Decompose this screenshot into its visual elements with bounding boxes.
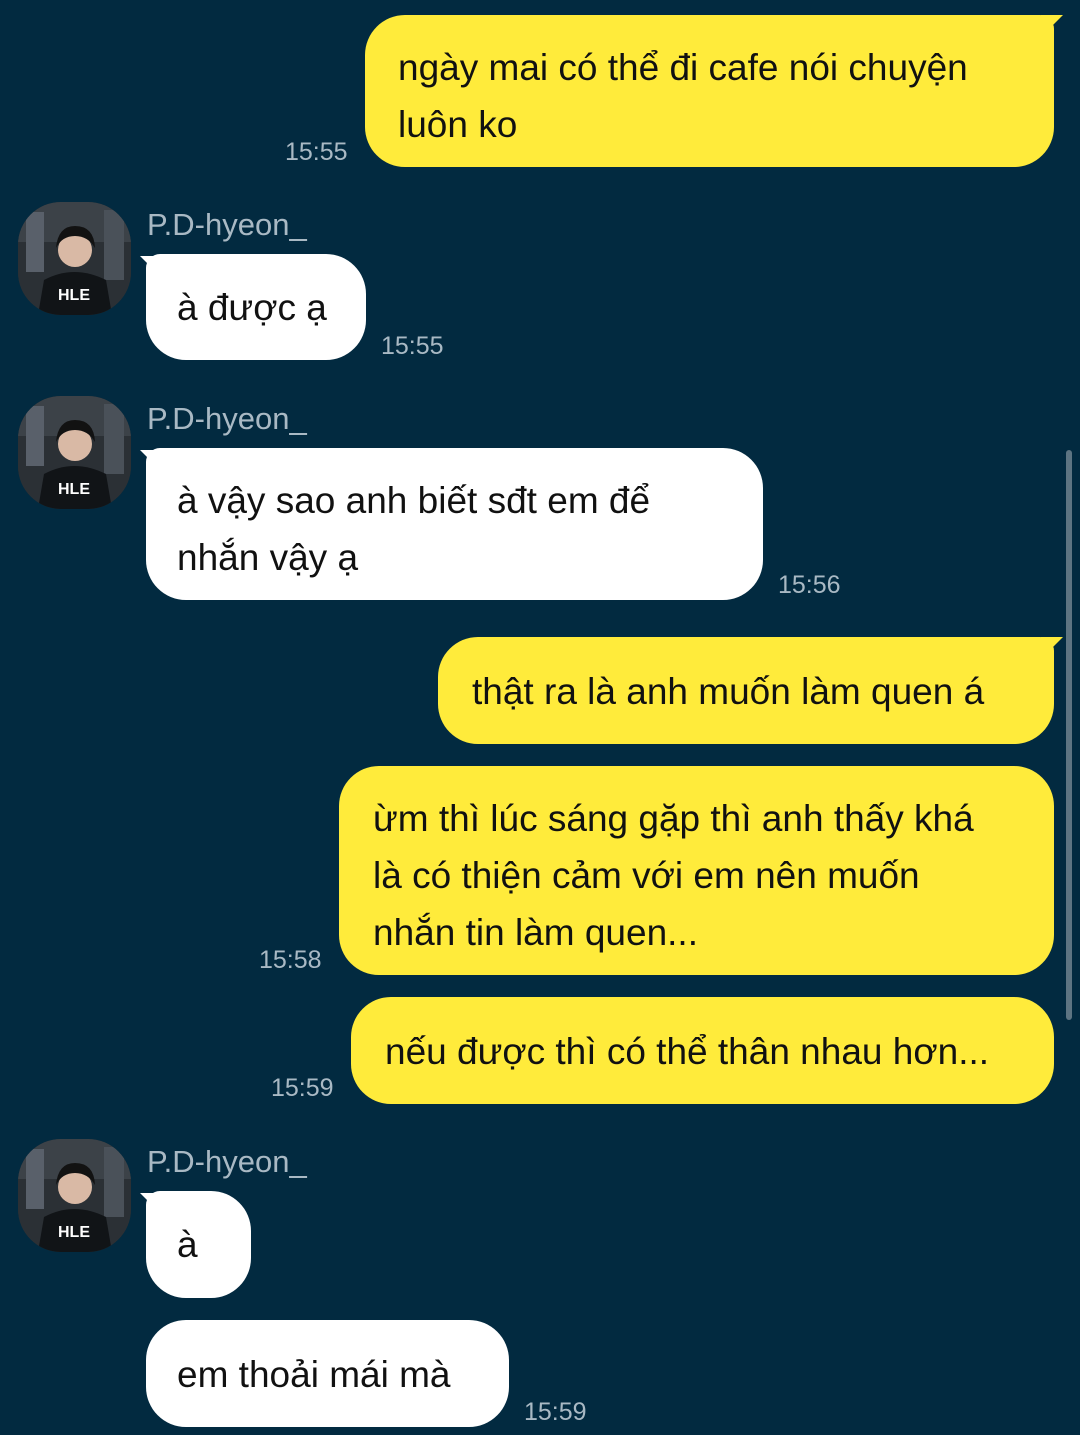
message-bubble-outgoing[interactable]: ngày mai có thể đi cafe nói chuyện luôn … <box>365 15 1054 167</box>
message-text: ừm thì lúc sáng gặp thì anh thấy khá <box>373 798 974 839</box>
message-timestamp: 15:58 <box>259 946 322 974</box>
chat-scrollbar[interactable] <box>1066 450 1072 1020</box>
message-text: à được ạ <box>177 287 327 328</box>
message-bubble-incoming[interactable]: à được ạ <box>146 254 366 360</box>
avatar-photo-icon: HLE <box>18 1139 131 1252</box>
message-text: à <box>177 1224 198 1265</box>
message-timestamp: 15:59 <box>524 1398 587 1426</box>
message-bubble-incoming[interactable]: em thoải mái mà <box>146 1320 509 1427</box>
bubble-tail <box>1041 15 1063 37</box>
sender-name: P.D-hyeon_ <box>147 1144 307 1179</box>
message-timestamp: 15:55 <box>381 332 444 360</box>
message-timestamp: 15:55 <box>285 138 348 166</box>
avatar-photo-icon: HLE <box>18 202 131 315</box>
message-text: nhắn vậy ạ <box>177 537 359 578</box>
message-text: nếu được thì có thể thân nhau hơn... <box>385 1031 990 1072</box>
svg-text:HLE: HLE <box>58 1224 90 1241</box>
sender-name: P.D-hyeon_ <box>147 207 307 242</box>
message-text: ngày mai có thể đi cafe nói chuyện <box>398 47 968 88</box>
message-timestamp: 15:56 <box>778 571 841 599</box>
avatar-photo-icon: HLE <box>18 396 131 509</box>
svg-text:HLE: HLE <box>58 481 90 498</box>
message-text: em thoải mái mà <box>177 1354 451 1395</box>
contact-avatar[interactable]: HLE <box>18 1139 131 1252</box>
message-text: nhắn tin làm quen... <box>373 912 698 953</box>
message-text: à vậy sao anh biết sđt em để <box>177 480 651 521</box>
bubble-tail <box>1041 637 1063 659</box>
message-text: luôn ko <box>398 104 518 145</box>
contact-avatar[interactable]: HLE <box>18 202 131 315</box>
message-bubble-outgoing[interactable]: thật ra là anh muốn làm quen á <box>438 637 1054 744</box>
message-text: thật ra là anh muốn làm quen á <box>472 671 985 712</box>
message-timestamp: 15:59 <box>271 1074 334 1102</box>
message-text: là có thiện cảm với em nên muốn <box>373 855 920 896</box>
message-bubble-outgoing[interactable]: nếu được thì có thể thân nhau hơn... <box>351 997 1054 1104</box>
sender-name: P.D-hyeon_ <box>147 401 307 436</box>
message-bubble-incoming[interactable]: à <box>146 1191 251 1298</box>
contact-avatar[interactable]: HLE <box>18 396 131 509</box>
svg-text:HLE: HLE <box>58 287 90 304</box>
message-bubble-incoming[interactable]: à vậy sao anh biết sđt em để nhắn vậy ạ <box>146 448 763 600</box>
message-bubble-outgoing[interactable]: ừm thì lúc sáng gặp thì anh thấy khá là … <box>339 766 1054 975</box>
